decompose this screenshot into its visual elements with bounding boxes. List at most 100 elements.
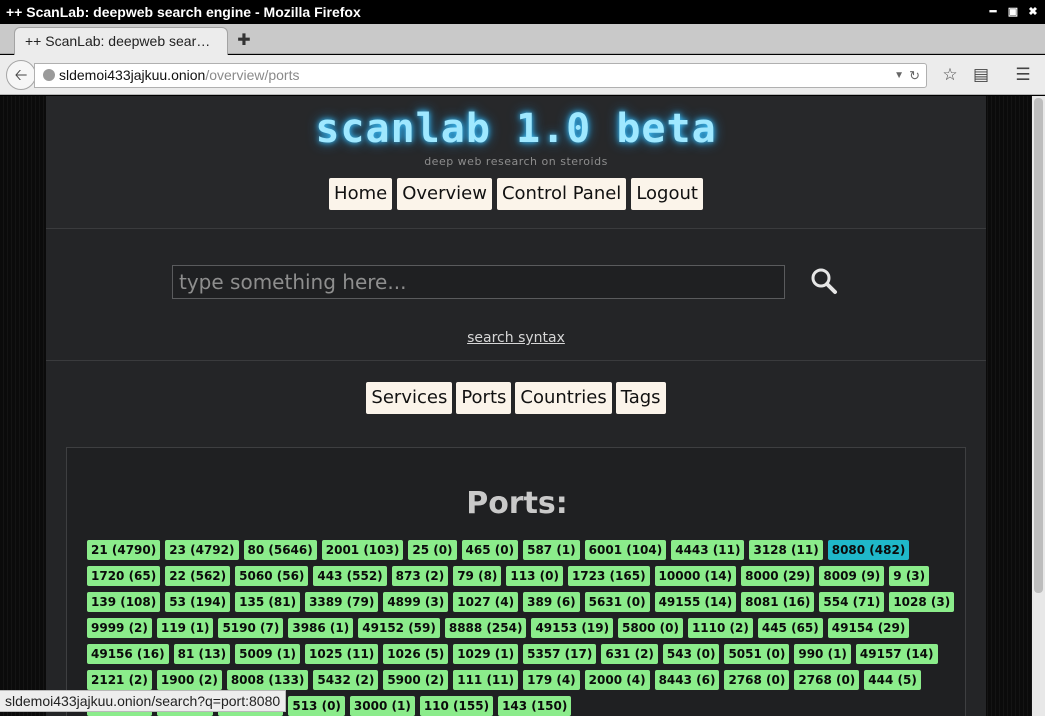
port-tag[interactable]: 3986 (1) <box>288 618 354 638</box>
port-tag[interactable]: 1110 (2) <box>687 618 753 638</box>
minimize-icon[interactable]: ━ <box>987 0 999 24</box>
subnav-countries-button[interactable]: Countries <box>515 382 612 414</box>
port-tag[interactable]: 8008 (133) <box>226 670 309 690</box>
port-tag[interactable]: 49155 (14) <box>654 592 737 612</box>
port-tag[interactable]: 139 (108) <box>87 592 161 612</box>
port-tag[interactable]: 113 (0) <box>506 566 563 586</box>
port-tag[interactable]: 81 (13) <box>173 644 231 664</box>
port-tag[interactable]: 1028 (3) <box>889 592 955 612</box>
port-tag[interactable]: 444 (5) <box>864 670 921 690</box>
port-tag[interactable]: 1026 (5) <box>383 644 449 664</box>
site-logo[interactable]: scanlab 1.0 beta <box>46 106 986 152</box>
port-tag[interactable]: 53 (194) <box>165 592 231 612</box>
port-tag[interactable]: 2768 (0) <box>724 670 790 690</box>
port-tag[interactable]: 2000 (4) <box>584 670 650 690</box>
port-tag[interactable]: 110 (155) <box>419 696 494 716</box>
port-tag[interactable]: 2768 (0) <box>794 670 860 690</box>
port-tag[interactable]: 3128 (11) <box>749 540 823 560</box>
port-tag[interactable]: 1029 (1) <box>453 644 519 664</box>
nav-control-panel-button[interactable]: Control Panel <box>496 178 627 210</box>
port-tag[interactable]: 119 (1) <box>156 618 214 638</box>
scrollbar-thumb[interactable] <box>1034 98 1043 593</box>
port-tag[interactable]: 465 (0) <box>461 540 519 560</box>
maximize-icon[interactable]: ▣ <box>1007 0 1019 24</box>
port-tag[interactable]: 9 (3) <box>889 566 930 586</box>
port-tag[interactable]: 5051 (0) <box>724 644 790 664</box>
port-tag[interactable]: 21 (4790) <box>87 540 161 560</box>
port-tag[interactable]: 5357 (17) <box>523 644 597 664</box>
port-tag[interactable]: 1723 (165) <box>567 566 650 586</box>
menu-icon[interactable]: ☰ <box>1011 63 1035 87</box>
port-tag[interactable]: 5631 (0) <box>584 592 650 612</box>
port-tag[interactable]: 49154 (29) <box>827 618 910 638</box>
search-syntax-link[interactable]: search syntax <box>46 330 986 346</box>
port-tag[interactable]: 179 (4) <box>523 670 580 690</box>
port-tag[interactable]: 4899 (3) <box>383 592 449 612</box>
port-tag[interactable]: 8009 (9) <box>819 566 885 586</box>
port-tag[interactable]: 1900 (2) <box>156 670 222 690</box>
port-tag[interactable]: 2121 (2) <box>87 670 152 690</box>
port-tag[interactable]: 513 (0) <box>288 696 345 716</box>
port-tag[interactable]: 389 (6) <box>523 592 580 612</box>
search-input[interactable] <box>172 265 785 299</box>
history-dropdown-icon[interactable]: ▼ <box>894 64 904 87</box>
port-tag[interactable]: 10000 (14) <box>654 566 737 586</box>
search-icon[interactable] <box>809 266 839 296</box>
port-tag[interactable]: 873 (2) <box>391 566 449 586</box>
close-icon[interactable]: ✖ <box>1027 0 1039 24</box>
port-tag[interactable]: 79 (8) <box>453 566 502 586</box>
port-tag[interactable]: 111 (11) <box>453 670 519 690</box>
port-tag[interactable]: 8081 (16) <box>741 592 815 612</box>
port-tag[interactable]: 22 (562) <box>165 566 231 586</box>
back-arrow-icon[interactable]: 🡠 <box>6 60 36 90</box>
browser-tab[interactable]: ++ ScanLab: deepweb sear… <box>14 27 228 55</box>
port-tag[interactable]: 5009 (1) <box>235 644 301 664</box>
port-tag[interactable]: 49152 (59) <box>358 618 440 638</box>
reading-list-icon[interactable]: ▤ <box>969 63 993 87</box>
subnav-tags-button[interactable]: Tags <box>615 382 666 414</box>
port-tag[interactable]: 543 (0) <box>662 644 720 664</box>
port-tag[interactable]: 990 (1) <box>794 644 851 664</box>
reload-icon[interactable]: ↻ <box>909 64 920 87</box>
port-tag[interactable]: 49153 (19) <box>531 618 614 638</box>
nav-overview-button[interactable]: Overview <box>397 178 492 210</box>
port-tag[interactable]: 23 (4792) <box>165 540 239 560</box>
subnav-services-button[interactable]: Services <box>366 382 453 414</box>
port-tag[interactable]: 6001 (104) <box>584 540 667 560</box>
port-tag[interactable]: 143 (150) <box>498 696 572 716</box>
port-tag[interactable]: 135 (81) <box>235 592 301 612</box>
port-tag[interactable]: 8000 (29) <box>741 566 815 586</box>
port-tag[interactable]: 5060 (56) <box>235 566 309 586</box>
port-tag[interactable]: 631 (2) <box>601 644 658 664</box>
port-tag[interactable]: 3389 (79) <box>305 592 379 612</box>
port-tag[interactable]: 3000 (1) <box>349 696 415 716</box>
port-tag[interactable]: 80 (5646) <box>243 540 317 560</box>
port-tag[interactable]: 587 (1) <box>523 540 580 560</box>
subnav-ports-button[interactable]: Ports <box>456 382 512 414</box>
port-tag[interactable]: 554 (71) <box>819 592 885 612</box>
nav-home-button[interactable]: Home <box>329 178 393 210</box>
url-bar[interactable]: sldemoi433jajkuu.onion/overview/ports ▼ … <box>34 63 927 88</box>
port-tag[interactable]: 49157 (14) <box>855 644 938 664</box>
port-tag[interactable]: 9999 (2) <box>87 618 152 638</box>
port-tag[interactable]: 4443 (11) <box>671 540 745 560</box>
port-tag[interactable]: 1720 (65) <box>87 566 161 586</box>
port-tag[interactable]: 25 (0) <box>408 540 457 560</box>
port-tag[interactable]: 5900 (2) <box>383 670 449 690</box>
port-tag[interactable]: 8080 (482) <box>827 540 910 560</box>
nav-logout-button[interactable]: Logout <box>631 178 703 210</box>
bookmark-star-icon[interactable]: ☆ <box>938 63 962 87</box>
port-tag[interactable]: 5190 (7) <box>218 618 284 638</box>
port-tag[interactable]: 1025 (11) <box>305 644 379 664</box>
port-tag[interactable]: 445 (65) <box>757 618 823 638</box>
port-tag[interactable]: 5432 (2) <box>313 670 379 690</box>
port-tag[interactable]: 8443 (6) <box>654 670 720 690</box>
port-tag[interactable]: 49156 (16) <box>87 644 169 664</box>
port-tag[interactable]: 443 (552) <box>313 566 387 586</box>
new-tab-icon[interactable]: ✚ <box>234 30 254 50</box>
port-tag[interactable]: 8888 (254) <box>444 618 527 638</box>
port-tag[interactable]: 5800 (0) <box>618 618 683 638</box>
page-scrollbar[interactable] <box>1032 96 1045 716</box>
port-tag[interactable]: 2001 (103) <box>321 540 404 560</box>
port-tag[interactable]: 1027 (4) <box>453 592 519 612</box>
